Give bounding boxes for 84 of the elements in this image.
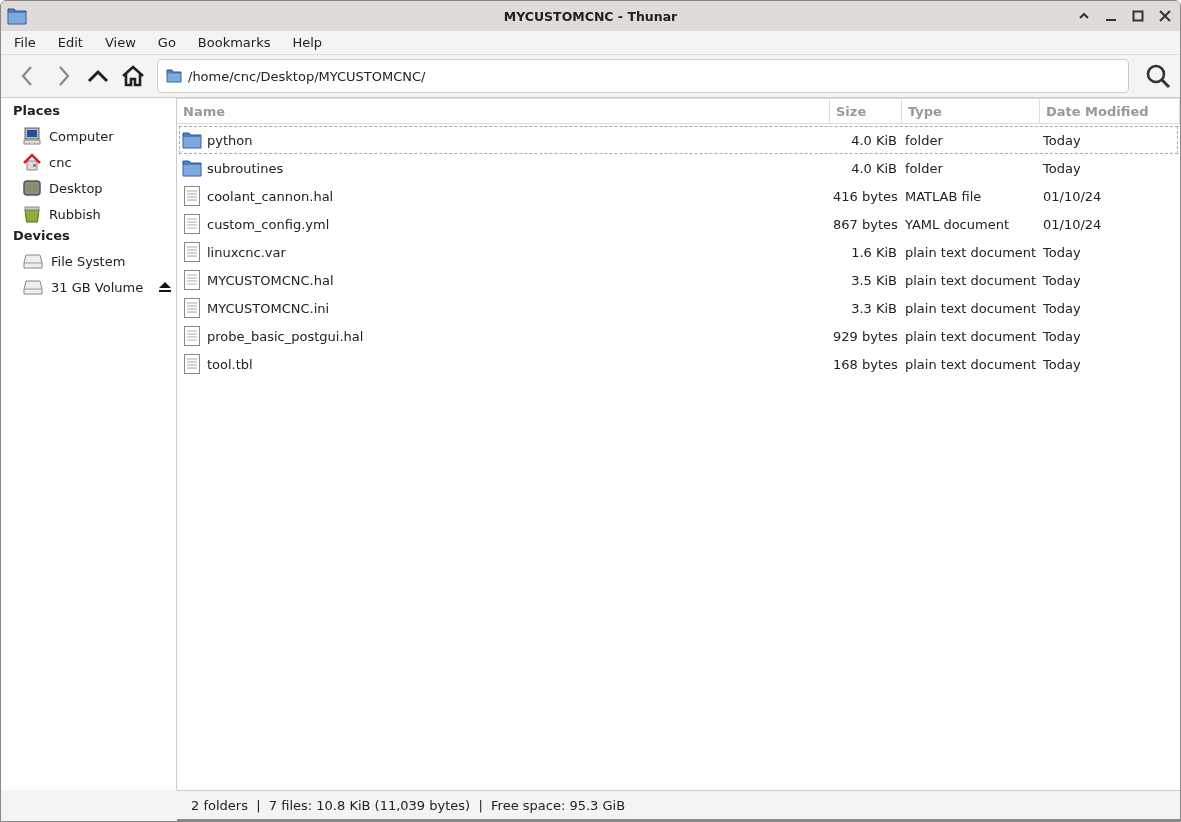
house-icon	[23, 153, 41, 171]
menu-item[interactable]: Go	[146, 35, 187, 50]
maximize-button[interactable]	[1131, 9, 1145, 23]
file-date: 01/10/24	[1042, 216, 1103, 232]
file-size: 3.3 KiB	[850, 300, 898, 316]
menu-item[interactable]: Bookmarks	[186, 35, 282, 50]
file-type: YAML document	[904, 216, 1010, 232]
file-row[interactable]: linuxcnc.var 1.6 KiB plain text document Today	[179, 238, 1178, 266]
file-row[interactable]: custom_config.yml 867 bytes YAML document 01/10/24	[179, 210, 1178, 238]
document-icon	[182, 354, 202, 374]
file-name: MYCUSTOMCNC.ini	[207, 300, 330, 316]
file-type: plain text document	[904, 356, 1038, 372]
file-date: Today	[1042, 328, 1082, 344]
file-size: 4.0 KiB	[850, 132, 898, 148]
home-button[interactable]	[120, 63, 146, 89]
file-row[interactable]: MYCUSTOMCNC.ini 3.3 KiB plain text document Today	[179, 294, 1178, 322]
file-date: 01/10/24	[1042, 188, 1103, 204]
file-size: 4.0 KiB	[850, 160, 898, 176]
file-name: coolant_cannon.hal	[207, 188, 334, 204]
menu-item[interactable]: File	[3, 35, 47, 50]
file-name: tool.tbl	[207, 356, 253, 372]
file-row[interactable]: subroutines 4.0 KiB folder Today	[179, 154, 1178, 182]
trash-icon	[23, 205, 41, 223]
file-date: Today	[1042, 244, 1082, 260]
file-row[interactable]: coolant_cannon.hal 416 bytes MATLAB file 01/10/24	[179, 182, 1178, 210]
menu-item[interactable]: View	[93, 35, 147, 50]
file-type: plain text document	[904, 328, 1038, 344]
file-type: plain text document	[904, 300, 1038, 316]
file-size: 168 bytes	[832, 356, 899, 372]
sidebar-heading: Devices	[12, 227, 71, 245]
document-icon	[182, 298, 202, 318]
file-size: 867 bytes	[832, 216, 899, 232]
folder-icon	[7, 7, 27, 25]
sidebar-item[interactable]: File System	[51, 253, 126, 269]
file-type: folder	[904, 160, 944, 176]
file-row[interactable]: tool.tbl 168 bytes plain text document Today	[179, 350, 1178, 378]
file-date: Today	[1042, 356, 1082, 372]
file-date: Today	[1042, 132, 1082, 148]
file-row[interactable]: MYCUSTOMCNC.hal 3.5 KiB plain text document Today	[179, 266, 1178, 294]
folder-icon	[166, 69, 182, 83]
file-date: Today	[1042, 300, 1082, 316]
file-size: 1.6 KiB	[850, 244, 898, 260]
file-name: python	[207, 132, 253, 148]
window-title: MYCUSTOMCNC - Thunar	[503, 8, 678, 24]
file-size: 3.5 KiB	[850, 272, 898, 288]
document-icon	[182, 270, 202, 290]
file-type: plain text document	[904, 272, 1038, 288]
file-name: custom_config.yml	[207, 216, 330, 232]
file-type: folder	[904, 132, 944, 148]
sidebar-item[interactable]: cnc	[49, 154, 72, 170]
file-name: linuxcnc.var	[207, 244, 286, 260]
file-name: subroutines	[207, 160, 284, 176]
eject-button[interactable]	[158, 281, 172, 293]
location-field[interactable]: /home/cnc/Desktop/MYCUSTOMCNC/	[157, 59, 1129, 93]
close-button[interactable]	[1158, 9, 1172, 23]
file-row[interactable]: probe_basic_postgui.hal 929 bytes plain text document Today	[179, 322, 1178, 350]
computer-icon	[23, 127, 41, 145]
file-size: 416 bytes	[832, 188, 899, 204]
drive-icon	[23, 253, 43, 269]
file-name: probe_basic_postgui.hal	[207, 328, 364, 344]
file-size: 929 bytes	[832, 328, 899, 344]
sidebar-item[interactable]: Desktop	[49, 180, 103, 196]
sidebar-item[interactable]: Computer	[49, 128, 114, 144]
status-text: 2 folders | 7 files: 10.8 KiB (11,039 bytes) | Free space: 95.3 GiB	[191, 797, 626, 813]
search-button[interactable]	[1144, 62, 1172, 90]
document-icon	[182, 214, 202, 234]
desktop-icon	[23, 179, 41, 197]
file-date: Today	[1042, 272, 1082, 288]
file-name: MYCUSTOMCNC.hal	[207, 272, 334, 288]
document-icon	[182, 326, 202, 346]
file-type: MATLAB file	[904, 188, 983, 204]
document-icon	[182, 242, 202, 262]
sidebar-item[interactable]: Rubbish	[49, 206, 101, 222]
sidebar-item[interactable]: 31 GB Volume	[51, 279, 144, 295]
menu-item[interactable]: Edit	[46, 35, 94, 50]
document-icon	[182, 186, 202, 206]
file-date: Today	[1042, 160, 1082, 176]
folder-icon	[182, 131, 202, 149]
folder-icon	[182, 159, 202, 177]
sidebar-heading: Places	[12, 102, 62, 120]
file-type: plain text document	[904, 244, 1038, 260]
focused-row[interactable]: python 4.0 KiB folder Today	[179, 126, 1178, 154]
menu-item[interactable]: Help	[281, 35, 334, 50]
drive-icon	[23, 279, 43, 295]
